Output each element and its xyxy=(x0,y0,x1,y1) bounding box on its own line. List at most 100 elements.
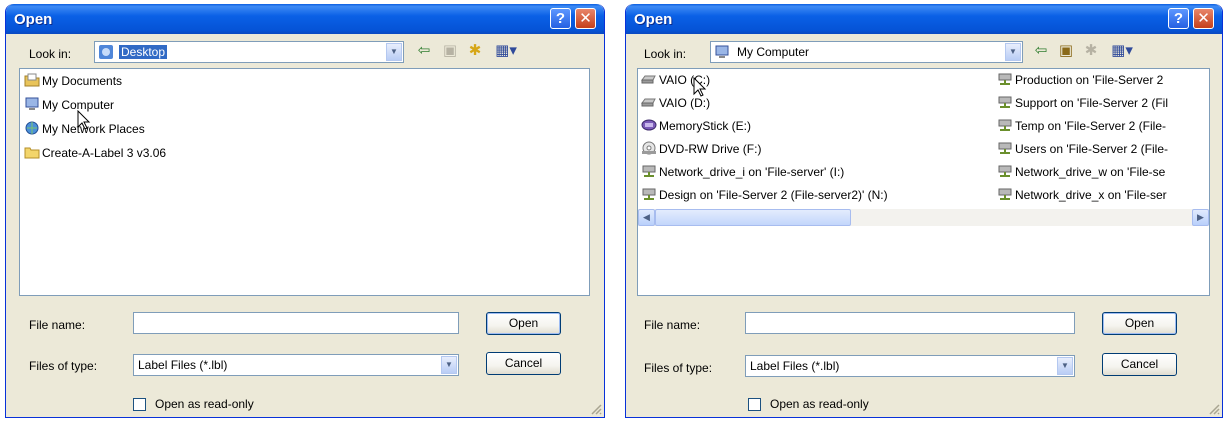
list-item-label: My Network Places xyxy=(42,122,145,136)
list-item[interactable]: Users on 'File-Server 2 (File- xyxy=(997,140,1168,158)
new-folder-icon[interactable]: ✱ xyxy=(1081,41,1101,61)
list-item[interactable]: Design on 'File-Server 2 (File-server2)'… xyxy=(641,186,888,204)
file-name-input[interactable] xyxy=(133,312,459,334)
open-dialog-my-computer: Open ? ✕ Look in: My Computer ▼ ⇦ ▣ ✱ ▦▾… xyxy=(625,4,1223,418)
list-item-label: Create-A-Label 3 v3.06 xyxy=(42,146,167,160)
scroll-left-icon[interactable]: ◀ xyxy=(638,209,655,226)
network-drive-icon xyxy=(998,142,1012,154)
chevron-down-icon[interactable]: ▼ xyxy=(1057,357,1073,375)
file-name-input[interactable] xyxy=(745,312,1075,334)
look-in-value: My Computer xyxy=(737,45,810,59)
desktop-icon xyxy=(99,45,113,59)
list-item[interactable]: My Computer xyxy=(24,96,114,114)
scrollbar-thumb[interactable] xyxy=(655,209,851,226)
list-item[interactable]: Temp on 'File-Server 2 (File- xyxy=(997,117,1166,135)
memorystick-icon xyxy=(641,119,657,131)
close-icon: ✕ xyxy=(1197,10,1210,27)
read-only-checkbox[interactable] xyxy=(133,398,146,411)
list-item[interactable]: Support on 'File-Server 2 (Fil xyxy=(997,94,1168,112)
dialog-title: Open xyxy=(14,11,53,28)
network-drive-icon xyxy=(642,165,656,177)
files-of-type-label: Files of type: xyxy=(29,359,98,373)
cancel-button[interactable]: Cancel xyxy=(1102,353,1177,376)
network-drive-icon xyxy=(642,188,656,200)
close-icon: ✕ xyxy=(579,10,592,27)
title-bar[interactable]: Open ? ✕ xyxy=(626,4,1222,34)
files-of-type-dropdown[interactable]: Label Files (*.lbl) ▼ xyxy=(745,355,1075,377)
open-button[interactable]: Open xyxy=(486,312,561,335)
back-arrow-icon[interactable]: ⇦ xyxy=(1031,41,1051,61)
chevron-down-icon[interactable]: ▼ xyxy=(441,356,457,374)
file-list[interactable]: VAIO (C:) VAIO (D:) MemoryStick (E:) DVD… xyxy=(637,68,1210,296)
read-only-label: Open as read-only xyxy=(770,397,869,411)
list-item[interactable]: MemoryStick (E:) xyxy=(641,117,751,135)
list-item-label: Temp on 'File-Server 2 (File- xyxy=(1015,119,1166,133)
network-drive-icon xyxy=(998,188,1012,200)
list-item[interactable]: Network_drive_i on 'File-server' (I:) xyxy=(641,163,844,181)
folder-icon xyxy=(24,147,40,159)
read-only-label: Open as read-only xyxy=(155,397,254,411)
close-button[interactable]: ✕ xyxy=(575,8,596,29)
chevron-down-icon[interactable]: ▼ xyxy=(386,43,402,61)
horizontal-scrollbar[interactable]: ◀ ▶ xyxy=(638,209,1209,226)
resize-grip-icon[interactable] xyxy=(590,403,602,415)
list-item-label: Network_drive_x on 'File-ser xyxy=(1015,188,1167,202)
new-folder-icon[interactable]: ✱ xyxy=(465,41,485,61)
my-documents-icon xyxy=(24,73,40,87)
view-menu-icon[interactable]: ▦▾ xyxy=(490,41,522,61)
back-arrow-icon[interactable]: ⇦ xyxy=(414,41,434,61)
help-button[interactable]: ? xyxy=(550,8,571,29)
list-item-label: Users on 'File-Server 2 (File- xyxy=(1015,142,1168,156)
dialog-title: Open xyxy=(634,11,673,28)
list-item-label: Network_drive_i on 'File-server' (I:) xyxy=(659,165,845,179)
dvd-drive-icon xyxy=(642,141,656,155)
look-in-label: Look in: xyxy=(29,47,72,61)
list-item[interactable]: My Documents xyxy=(24,72,122,90)
files-of-type-dropdown[interactable]: Label Files (*.lbl) ▼ xyxy=(133,354,459,376)
title-bar[interactable]: Open ? ✕ xyxy=(6,4,604,34)
network-drive-icon xyxy=(998,119,1012,131)
file-list[interactable]: My Documents My Computer My Network Plac… xyxy=(19,68,590,296)
up-folder-icon[interactable]: ▣ xyxy=(440,41,460,61)
file-name-label: File name: xyxy=(644,318,701,332)
mouse-pointer-icon xyxy=(693,77,707,97)
file-name-label: File name: xyxy=(29,318,86,332)
files-of-type-value: Label Files (*.lbl) xyxy=(138,358,228,372)
list-item[interactable]: Network_drive_x on 'File-ser xyxy=(997,186,1167,204)
view-menu-icon[interactable]: ▦▾ xyxy=(1106,41,1138,61)
look-in-dropdown[interactable]: Desktop ▼ xyxy=(94,41,404,63)
read-only-checkbox[interactable] xyxy=(748,398,761,411)
network-drive-icon xyxy=(998,96,1012,108)
list-item[interactable]: DVD-RW Drive (F:) xyxy=(641,140,761,158)
help-icon: ? xyxy=(1173,10,1184,27)
mouse-pointer-icon xyxy=(77,110,91,130)
my-computer-icon xyxy=(715,45,729,58)
list-item[interactable]: Create-A-Label 3 v3.06 xyxy=(24,144,166,162)
resize-grip-icon[interactable] xyxy=(1208,403,1220,415)
files-of-type-label: Files of type: xyxy=(644,361,713,375)
network-places-icon xyxy=(25,121,39,135)
list-item-label: Support on 'File-Server 2 (Fil xyxy=(1015,96,1169,110)
close-button[interactable]: ✕ xyxy=(1193,8,1214,29)
list-item-label: DVD-RW Drive (F:) xyxy=(659,142,762,156)
hard-drive-icon xyxy=(641,98,656,107)
open-dialog-desktop: Open ? ✕ Look in: Desktop ▼ ⇦ ▣ ✱ ▦▾ My … xyxy=(5,4,605,418)
open-button[interactable]: Open xyxy=(1102,312,1177,335)
scroll-right-icon[interactable]: ▶ xyxy=(1192,209,1209,226)
look-in-dropdown[interactable]: My Computer ▼ xyxy=(710,41,1023,63)
up-folder-icon[interactable]: ▣ xyxy=(1056,41,1076,61)
my-computer-icon xyxy=(25,97,39,110)
list-item-label: MemoryStick (E:) xyxy=(659,119,752,133)
list-item[interactable]: Network_drive_w on 'File-se xyxy=(997,163,1165,181)
hard-drive-icon xyxy=(641,75,656,84)
cancel-button[interactable]: Cancel xyxy=(486,352,561,375)
help-button[interactable]: ? xyxy=(1168,8,1189,29)
list-item-label: Production on 'File-Server 2 xyxy=(1015,73,1164,87)
look-in-label: Look in: xyxy=(644,47,687,61)
chevron-down-icon[interactable]: ▼ xyxy=(1005,43,1021,61)
help-icon: ? xyxy=(555,10,566,27)
files-of-type-value: Label Files (*.lbl) xyxy=(750,359,840,373)
list-item[interactable]: Production on 'File-Server 2 xyxy=(997,71,1163,89)
list-item-label: Network_drive_w on 'File-se xyxy=(1015,165,1166,179)
list-item-label: VAIO (D:) xyxy=(659,96,711,110)
